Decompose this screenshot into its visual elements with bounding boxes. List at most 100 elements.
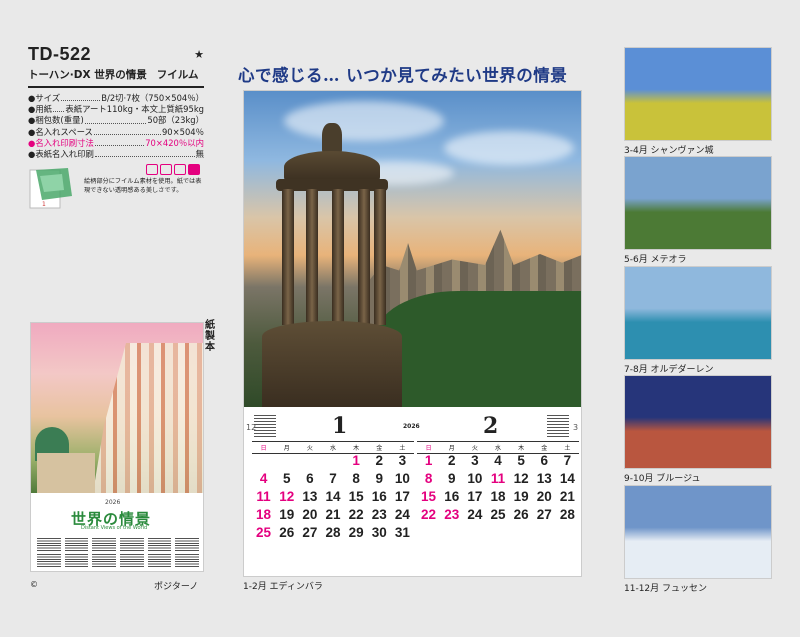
day-cell: 21 [559, 489, 575, 504]
material-label: 紙製本 [205, 320, 215, 353]
day-cell: 4 [494, 453, 502, 468]
spec-label: 用紙 [28, 104, 52, 115]
day-grid: 0000123456789101112131415161718192021222… [252, 453, 414, 540]
spec-leader [53, 104, 65, 113]
product-info: TD-522 ★ トーハン·DX 世界の情景フイルム サイズ B/2切·7枚（75… [28, 44, 204, 214]
cover-month-grid [37, 537, 199, 567]
weekday-label: 水 [329, 445, 336, 452]
day-cell: 17 [467, 489, 483, 504]
mini-month [37, 553, 61, 567]
day-cell: 8 [424, 471, 433, 486]
day-cell: 13 [536, 471, 552, 486]
day-cell: 4 [259, 471, 268, 486]
mini-month [147, 537, 172, 551]
page-photo [624, 156, 772, 250]
day-cell: 5 [282, 471, 291, 486]
cover-photo [31, 323, 203, 493]
spec-value: 表紙アート110kg・本文上質紙95kg [65, 104, 204, 115]
day-cell: 13 [302, 489, 318, 504]
product-name: トーハン·DX 世界の情景 [28, 69, 147, 81]
day-cell: 6 [540, 453, 549, 468]
feature-badges [146, 164, 200, 176]
spec-row: 名入れ印刷寸法 70×420％以内 [28, 138, 204, 149]
monument-urn [322, 123, 342, 153]
main-caption: 1-2月 エディンバラ [243, 582, 323, 592]
day-cell: 12 [279, 489, 295, 504]
spec-leader [84, 115, 147, 124]
monument-column [374, 189, 386, 325]
page-preview: 9-10月 ブルージュ [624, 375, 772, 484]
weekday-label: 日 [425, 445, 432, 452]
page-caption: 11-12月 フュッセン [624, 584, 708, 594]
day-cell: 28 [559, 507, 575, 522]
page-photo [624, 485, 772, 579]
day-cell: 25 [490, 507, 506, 522]
spec-value: 70×420％以内 [145, 137, 204, 148]
spec-row: 梱包数(重量) 50部（23kg） [28, 115, 204, 126]
day-cell: 23 [444, 507, 460, 522]
next-month-number: 3 [573, 423, 579, 432]
day-cell: 24 [394, 507, 410, 522]
church [37, 453, 95, 493]
day-cell: 5 [517, 453, 525, 468]
monument-column [282, 189, 294, 325]
weekday-label: 月 [283, 445, 290, 452]
cliff-houses [93, 343, 203, 493]
product-type: フイルム [156, 69, 199, 81]
day-cell: 21 [325, 507, 341, 522]
day-cell: 19 [279, 507, 295, 522]
hillside [374, 291, 581, 407]
weekday-label: 火 [471, 445, 478, 452]
day-cell: 22 [348, 507, 364, 522]
mini-month [92, 553, 116, 567]
spec-value: 50部（23kg） [147, 115, 204, 126]
day-cell: 27 [536, 507, 552, 522]
cover-calendar-thumbnail: 2026 世界の情景 Distant Views of the World [30, 322, 204, 572]
day-cell: 1 [424, 453, 433, 468]
page-preview: 11-12月 フュッセン [624, 485, 772, 594]
mini-month [64, 537, 89, 551]
day-cell: 9 [375, 471, 384, 486]
previous-month-number: 12 [246, 423, 257, 432]
spec-row: 表紙名入れ印刷 無 [28, 149, 204, 160]
page-caption: 3-4月 シャンヴァン城 [624, 146, 714, 156]
spec-row: 名入れスペース 90×504％ [28, 127, 204, 138]
calendar-year: 2026 [403, 423, 420, 430]
spec-leader [61, 93, 101, 102]
monument-column [306, 189, 318, 325]
day-cell: 16 [371, 489, 387, 504]
day-cell: 10 [467, 471, 483, 486]
spec-leader [94, 149, 195, 158]
day-cell: 19 [513, 489, 529, 504]
day-cell: 30 [371, 525, 387, 540]
day-cell: 9 [447, 471, 456, 486]
product-name-row: トーハン·DX 世界の情景 フイルム [28, 67, 204, 88]
weekday-label: 木 [518, 445, 525, 452]
day-cell: 12 [513, 471, 529, 486]
day-cell: 2 [447, 453, 456, 468]
spec-label: サイズ [28, 93, 60, 104]
mini-month [92, 537, 116, 551]
edinburgh-photo [244, 91, 581, 407]
weekday-label: 金 [376, 445, 383, 452]
month-number: 1 [332, 413, 348, 439]
day-cell: 20 [536, 489, 552, 504]
mini-month [147, 553, 172, 567]
page-photo [624, 47, 772, 141]
page-preview: 3-4月 シャンヴァン城 [624, 47, 772, 156]
mini-month [119, 537, 144, 551]
spec-row: 用紙 表紙アート110kg・本文上質紙95kg [28, 104, 204, 115]
day-cell: 29 [348, 525, 364, 540]
day-cell: 3 [471, 453, 479, 468]
day-cell: 25 [256, 525, 272, 540]
day-cell: 26 [279, 525, 295, 540]
day-cell: 22 [421, 507, 437, 522]
cover-year: 2026 [105, 499, 121, 506]
day-cell: 28 [325, 525, 341, 540]
day-cell: 1 [352, 453, 360, 468]
day-cell: 7 [563, 453, 572, 468]
next-month-mini [547, 415, 569, 437]
day-cell: 31 [394, 525, 410, 540]
weekday-label: 水 [494, 445, 501, 452]
name-print-icon [188, 164, 200, 176]
